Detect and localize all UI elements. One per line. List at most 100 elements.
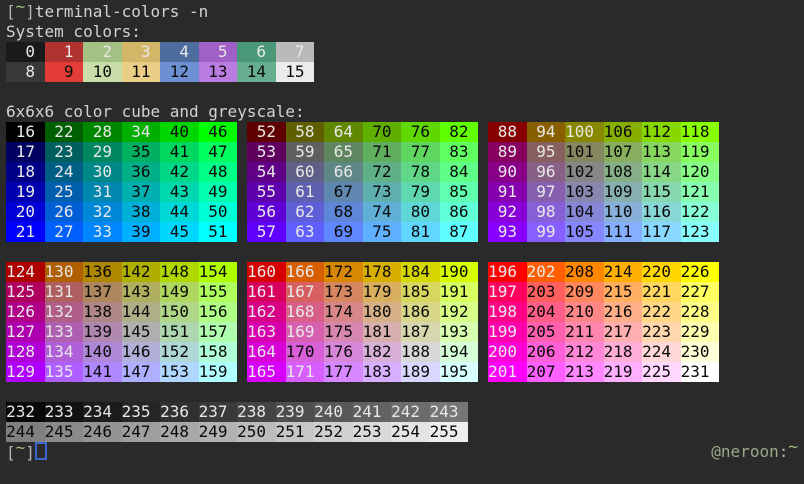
color-cell-206: 206 [527,342,566,362]
color-cell-156: 156 [199,302,238,322]
color-cell-203: 203 [527,282,566,302]
color-cell-165: 165 [247,362,286,382]
color-cell-197: 197 [488,282,527,302]
color-cell-52: 52 [247,122,286,142]
color-cell-99: 99 [527,222,566,242]
color-row: 8894100106112118 [488,122,719,142]
greyscale-grid: 2322332342352362372382392402412422432442… [6,402,804,442]
color-cell-246: 246 [83,422,122,442]
color-cell-127: 127 [6,322,45,342]
color-cell-95: 95 [527,142,566,162]
color-cell-227: 227 [681,282,720,302]
color-cell-17: 17 [6,142,45,162]
color-cell-221: 221 [642,282,681,302]
color-cell-234: 234 [83,402,122,422]
color-cell-211: 211 [565,322,604,342]
color-cell-110: 110 [604,202,643,222]
color-cell-249: 249 [199,422,238,442]
color-cell-90: 90 [488,162,527,182]
status-home-tilde: ~ [788,437,798,456]
color-cell-204: 204 [527,302,566,322]
blank-line [6,382,804,402]
color-row: 128134140146152158 [6,342,237,362]
command-text: terminal-colors -n [35,2,208,21]
color-row: 9399105111117123 [488,222,719,242]
cube-block: 5258647076825359657177835460667278845561… [247,122,478,242]
color-cell-166: 166 [286,262,325,282]
color-cell-158: 158 [199,342,238,362]
color-cell-83: 83 [440,142,479,162]
color-cell-198: 198 [488,302,527,322]
color-row: 9096102108114120 [488,162,719,182]
color-cell-11: 11 [122,62,161,82]
color-cell-248: 248 [160,422,199,442]
color-cell-130: 130 [45,262,84,282]
color-cell-75: 75 [363,222,402,242]
color-cell-58: 58 [286,122,325,142]
color-cell-29: 29 [83,142,122,162]
color-row: 127133139145151157 [6,322,237,342]
color-cell-180: 180 [363,302,402,322]
color-cell-103: 103 [565,182,604,202]
color-cell-81: 81 [401,222,440,242]
color-cell-153: 153 [160,362,199,382]
color-cell-176: 176 [324,342,363,362]
prompt-line[interactable]: [~]@neroon:~ [6,442,804,462]
color-cell-137: 137 [83,282,122,302]
color-cell-33: 33 [83,222,122,242]
color-cell-22: 22 [45,122,84,142]
color-row: 172329354147 [6,142,237,162]
color-cell-112: 112 [642,122,681,142]
color-cell-32: 32 [83,202,122,222]
color-cell-169: 169 [286,322,325,342]
cube-block-row: 1622283440461723293541471824303642481925… [6,122,804,242]
color-cell-254: 254 [391,422,430,442]
color-cell-9: 9 [45,62,84,82]
terminal-window[interactable]: [~]terminal-colors -n System colors: 012… [0,0,804,484]
prompt-bracket-close: ] [25,443,35,462]
color-cell-154: 154 [199,262,238,282]
color-cell-187: 187 [401,322,440,342]
color-cell-250: 250 [237,422,276,442]
color-cell-41: 41 [160,142,199,162]
color-cell-167: 167 [286,282,325,302]
color-cell-38: 38 [122,202,161,222]
color-cell-212: 212 [565,342,604,362]
color-cell-71: 71 [363,142,402,162]
color-cell-128: 128 [6,342,45,362]
color-cell-56: 56 [247,202,286,222]
color-cell-201: 201 [488,362,527,382]
color-cell-113: 113 [642,142,681,162]
color-cell-73: 73 [363,182,402,202]
color-row: 165171177183189195 [247,362,478,382]
color-cell-138: 138 [83,302,122,322]
color-cell-23: 23 [45,142,84,162]
color-cell-18: 18 [6,162,45,182]
color-cell-189: 189 [401,362,440,382]
color-cell-208: 208 [565,262,604,282]
color-cell-146: 146 [122,342,161,362]
color-cell-108: 108 [604,162,643,182]
color-cell-6: 6 [237,42,276,62]
color-cell-220: 220 [642,262,681,282]
color-cell-202: 202 [527,262,566,282]
color-cell-170: 170 [286,342,325,362]
color-cell-162: 162 [247,302,286,322]
color-cell-155: 155 [199,282,238,302]
color-cell-140: 140 [83,342,122,362]
color-cell-5: 5 [199,42,238,62]
color-cell-60: 60 [286,162,325,182]
color-cell-19: 19 [6,182,45,202]
color-row: 160166172178184190 [247,262,478,282]
color-cell-200: 200 [488,342,527,362]
color-cell-148: 148 [160,262,199,282]
color-cell-152: 152 [160,342,199,362]
cube-block: 1241301361421481541251311371431491551261… [6,262,237,382]
color-cell-104: 104 [565,202,604,222]
color-cell-47: 47 [199,142,238,162]
color-row: 198204210216222228 [488,302,719,322]
color-cell-124: 124 [6,262,45,282]
cube-block: 1601661721781841901611671731791851911621… [247,262,478,382]
color-row: 192531374349 [6,182,237,202]
color-cell-119: 119 [681,142,720,162]
